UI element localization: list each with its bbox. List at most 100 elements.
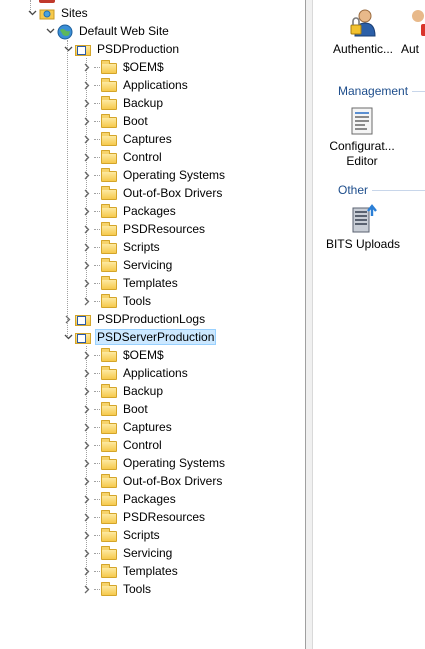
chevron-right-icon[interactable] <box>81 58 93 76</box>
tree-item-folder[interactable]: PSDResources <box>81 220 207 238</box>
chevron-right-icon[interactable] <box>81 202 93 220</box>
tree-item-folder[interactable]: Backup <box>81 94 165 112</box>
feature-authentication[interactable]: Authentic... <box>330 6 396 57</box>
chevron-right-icon[interactable] <box>81 274 93 292</box>
tree-item-folder[interactable]: PSDResources <box>81 508 207 526</box>
chevron-right-icon[interactable] <box>81 166 93 184</box>
tree-item-sites[interactable]: Sites <box>26 4 90 22</box>
tree-item-folder[interactable]: Packages <box>81 202 178 220</box>
tree-item-folder[interactable]: Scripts <box>81 238 162 256</box>
folder-icon <box>101 366 117 380</box>
folder-icon <box>101 222 117 236</box>
chevron-right-icon[interactable] <box>81 130 93 148</box>
tree-item-label: Packages <box>123 204 176 218</box>
chevron-right-icon[interactable] <box>81 490 93 508</box>
tree-item-folder[interactable]: Applications <box>81 364 190 382</box>
feature-bits-uploads[interactable]: BITS Uploads <box>325 202 401 252</box>
group-header-label: Other <box>338 183 369 197</box>
chevron-right-icon[interactable] <box>81 76 93 94</box>
tree-item-label: Tools <box>123 294 152 308</box>
chevron-right-icon[interactable] <box>81 94 93 112</box>
tree-item-folder[interactable]: Templates <box>81 274 180 292</box>
tree-item-folder[interactable]: Captures <box>81 418 174 436</box>
tree-item-folder[interactable]: Boot <box>81 400 150 418</box>
tree-item-folder[interactable]: Packages <box>81 490 178 508</box>
chevron-right-icon[interactable] <box>81 418 93 436</box>
tree-item-label: $OEM$ <box>123 348 164 362</box>
tree-item-app[interactable]: PSDProductionLogs <box>62 310 207 328</box>
tree-item-app[interactable]: PSDProduction <box>62 40 181 58</box>
chevron-right-icon[interactable] <box>81 436 93 454</box>
tree-item-app[interactable]: PSDServerProduction <box>62 328 217 346</box>
tree-item-folder[interactable]: Out-of-Box Drivers <box>81 184 224 202</box>
tree-item-label: PSDResources <box>123 222 206 236</box>
pane-splitter[interactable] <box>305 0 313 649</box>
tree-item-folder[interactable]: Tools <box>81 580 153 598</box>
tree-guide-line <box>94 462 100 464</box>
tree-item-folder[interactable]: Out-of-Box Drivers <box>81 472 224 490</box>
chevron-right-icon[interactable] <box>81 112 93 130</box>
tree-guide-line <box>94 588 100 590</box>
chevron-right-icon[interactable] <box>81 148 93 166</box>
tree-item-folder[interactable]: Templates <box>81 562 180 580</box>
tree-item-folder[interactable]: Servicing <box>81 544 174 562</box>
chevron-right-icon[interactable] <box>81 544 93 562</box>
chevron-right-icon[interactable] <box>81 184 93 202</box>
tree-guide-line <box>94 534 100 536</box>
tree-item-folder[interactable]: Captures <box>81 130 174 148</box>
folder-icon <box>101 114 117 128</box>
tree-item-folder[interactable]: Tools <box>81 292 153 310</box>
tree-item-folder[interactable]: Scripts <box>81 526 162 544</box>
group-header-other[interactable]: Other <box>338 183 425 197</box>
features-pane[interactable]: Authentic... Aut Management Configurat..… <box>313 0 425 649</box>
chevron-down-icon[interactable] <box>44 22 56 40</box>
feature-authorization[interactable]: Aut <box>401 6 425 57</box>
chevron-down-icon[interactable] <box>26 4 38 22</box>
tree-item-folder[interactable]: Boot <box>81 112 150 130</box>
folder-icon <box>101 564 117 578</box>
tree-guide-line <box>94 480 100 482</box>
chevron-right-icon[interactable] <box>81 382 93 400</box>
chevron-right-icon[interactable] <box>81 256 93 274</box>
chevron-right-icon[interactable] <box>81 526 93 544</box>
tree-item-label: Scripts <box>123 528 160 542</box>
tree-pane[interactable]: Sites Default Web Site PSDProduction $OEM… <box>0 0 305 649</box>
tree-item-folder[interactable]: Operating Systems <box>81 166 227 184</box>
feature-configuration-editor[interactable]: Configurat... Editor <box>327 106 397 169</box>
chevron-right-icon[interactable] <box>81 346 93 364</box>
tree-item-folder[interactable]: Applications <box>81 76 190 94</box>
chevron-right-icon[interactable] <box>81 580 93 598</box>
tree-guide-line <box>94 102 100 104</box>
chevron-down-icon[interactable] <box>62 40 74 58</box>
tree-item-folder[interactable]: Control <box>81 436 164 454</box>
folder-icon <box>101 384 117 398</box>
chevron-right-icon[interactable] <box>81 454 93 472</box>
authorization-icon <box>412 10 425 36</box>
tree-item-folder[interactable]: Operating Systems <box>81 454 227 472</box>
chevron-down-icon[interactable] <box>62 328 74 346</box>
tree-guide-line <box>94 372 100 374</box>
tree-guide-line <box>94 408 100 410</box>
tree-item-label: Scripts <box>123 240 160 254</box>
chevron-right-icon[interactable] <box>81 508 93 526</box>
tree-item-folder[interactable]: $OEM$ <box>81 346 166 364</box>
application-icon <box>75 315 91 326</box>
tree-guide-line <box>94 444 100 446</box>
tree-item-folder[interactable]: Servicing <box>81 256 174 274</box>
group-header-management[interactable]: Management <box>338 84 425 98</box>
tree-item-folder[interactable]: Control <box>81 148 164 166</box>
chevron-right-icon[interactable] <box>81 472 93 490</box>
tree-item-default-web-site[interactable]: Default Web Site <box>44 22 171 40</box>
tree-guide-line <box>94 228 100 230</box>
folder-icon <box>101 240 117 254</box>
chevron-right-icon[interactable] <box>62 310 74 328</box>
chevron-right-icon[interactable] <box>81 238 93 256</box>
tree-item-folder[interactable]: $OEM$ <box>81 58 166 76</box>
tree-item-folder[interactable]: Backup <box>81 382 165 400</box>
chevron-right-icon[interactable] <box>81 292 93 310</box>
tree-guide-line <box>94 84 100 86</box>
chevron-right-icon[interactable] <box>81 400 93 418</box>
chevron-right-icon[interactable] <box>81 220 93 238</box>
chevron-right-icon[interactable] <box>81 364 93 382</box>
chevron-right-icon[interactable] <box>81 562 93 580</box>
